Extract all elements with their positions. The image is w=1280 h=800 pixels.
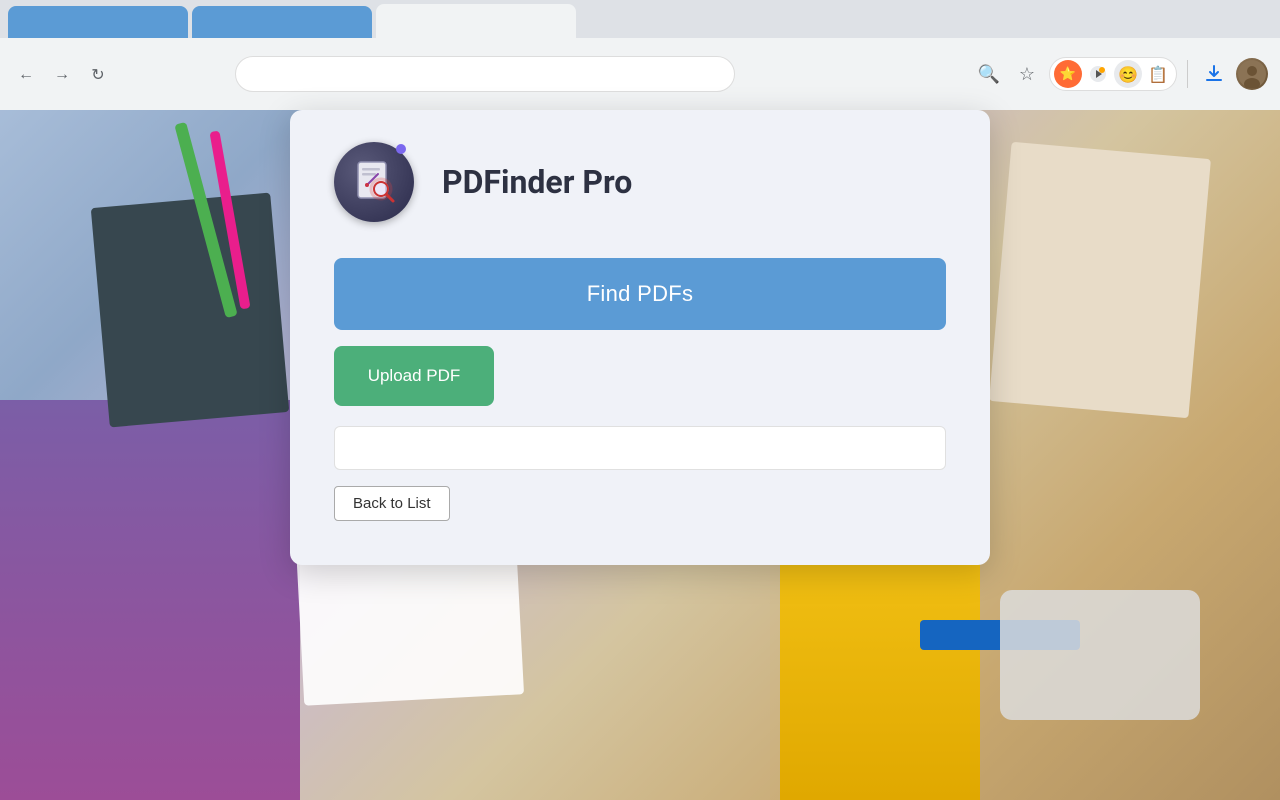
address-bar[interactable] [235,56,735,92]
chrome-tabs-row [0,0,1280,38]
upload-pdf-button[interactable]: Upload PDF [334,346,494,406]
back-to-list-button[interactable]: Back to List [334,486,450,521]
chrome-tab-active[interactable] [376,4,576,38]
toolbar-icons: 🔍 ☆ ⭐ 😊 📋 [973,57,1268,91]
ext-icon-clipboard[interactable]: 📋 [1144,60,1172,88]
text-input-field[interactable] [334,426,946,470]
nav-reload-button[interactable]: ↻ [84,60,112,88]
book-right [989,142,1211,418]
toolbar-separator [1187,60,1188,88]
zoom-icon[interactable]: 🔍 [973,58,1005,90]
chrome-browser-bar: ← → ↻ 🔍 ☆ ⭐ 😊 [0,0,1280,110]
chrome-tab-inactive-1[interactable] [8,6,188,38]
popup-header: PDFinder Pro [334,142,946,222]
ext-icon-emoji[interactable]: 😊 [1114,60,1142,88]
download-icon-btn[interactable] [1198,58,1230,90]
profile-avatar[interactable] [1236,58,1268,90]
popup-panel: PDFinder Pro Find PDFs Upload PDF Back t… [290,110,990,565]
purple-bg [0,400,300,800]
app-icon-container [334,142,414,222]
notebook [91,193,289,428]
bookmark-icon[interactable]: ☆ [1011,58,1043,90]
trackpad [1000,590,1200,720]
app-title: PDFinder Pro [442,163,632,201]
nav-back-button[interactable]: ← [12,60,40,88]
nav-forward-button[interactable]: → [48,60,76,88]
ext-icon-play[interactable] [1084,60,1112,88]
ext-icon-star[interactable]: ⭐ [1054,60,1082,88]
chrome-tab-inactive-2[interactable] [192,6,372,38]
extension-icons-group: ⭐ 😊 📋 [1049,57,1177,91]
chrome-address-row: ← → ↻ 🔍 ☆ ⭐ 😊 [0,38,1280,110]
app-icon-svg [348,156,400,208]
find-pdfs-button[interactable]: Find PDFs [334,258,946,330]
